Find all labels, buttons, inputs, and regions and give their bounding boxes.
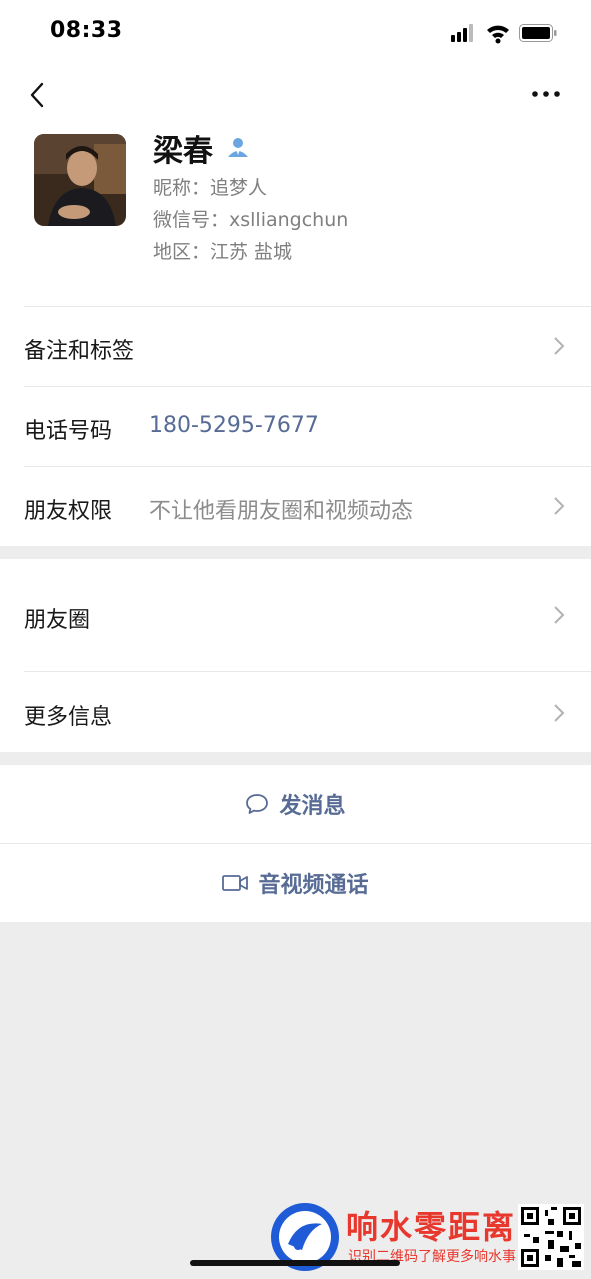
chevron-right-icon <box>553 703 565 723</box>
chevron-right-icon <box>553 605 565 625</box>
profile-nickname: 昵称：追梦人 <box>153 177 268 199</box>
status-time: 08:33 <box>50 18 123 43</box>
back-icon[interactable] <box>24 80 54 110</box>
verified-user-icon <box>227 136 249 158</box>
row-label: 电话号码 <box>24 419 113 444</box>
video-call-label: 音视频通话 <box>258 873 369 898</box>
profile-region: 地区：江苏 盐城 <box>153 241 293 263</box>
battery-icon <box>519 24 557 42</box>
send-message-label: 发消息 <box>279 794 346 819</box>
row-more-info[interactable]: 更多信息 <box>0 672 591 752</box>
row-label: 备注和标签 <box>24 339 135 364</box>
permission-value: 不让他看朋友圈和视频动态 <box>149 499 414 524</box>
video-camera-icon <box>222 875 249 891</box>
wifi-icon <box>487 25 509 44</box>
watermark-title: 响水零距离 <box>346 1208 517 1246</box>
chevron-right-icon <box>553 336 565 356</box>
chevron-right-icon <box>553 496 565 516</box>
row-label: 朋友权限 <box>24 499 113 524</box>
row-remarks-tags[interactable]: 备注和标签 <box>0 307 591 386</box>
video-call-button[interactable]: 音视频通话 <box>0 844 591 922</box>
row-friend-permission[interactable]: 朋友权限 不让他看朋友圈和视频动态 <box>0 467 591 546</box>
signal-icon <box>451 24 473 42</box>
row-phone: 电话号码 180-5295-7677 <box>0 387 591 466</box>
send-message-button[interactable]: 发消息 <box>0 765 591 843</box>
chat-bubble-icon <box>246 794 269 814</box>
qr-code-icon <box>518 1204 584 1270</box>
home-indicator[interactable] <box>190 1260 400 1266</box>
more-icon[interactable] <box>531 84 561 104</box>
profile-wechat-id: 微信号：xslliangchun <box>153 209 349 231</box>
row-label: 朋友圈 <box>24 608 91 633</box>
avatar[interactable] <box>34 134 126 226</box>
phone-number-link[interactable]: 180-5295-7677 <box>149 413 319 438</box>
row-label: 更多信息 <box>24 705 113 730</box>
status-icons <box>451 22 559 44</box>
row-moments[interactable]: 朋友圈 <box>0 559 591 671</box>
profile-name: 梁春 <box>153 134 213 169</box>
